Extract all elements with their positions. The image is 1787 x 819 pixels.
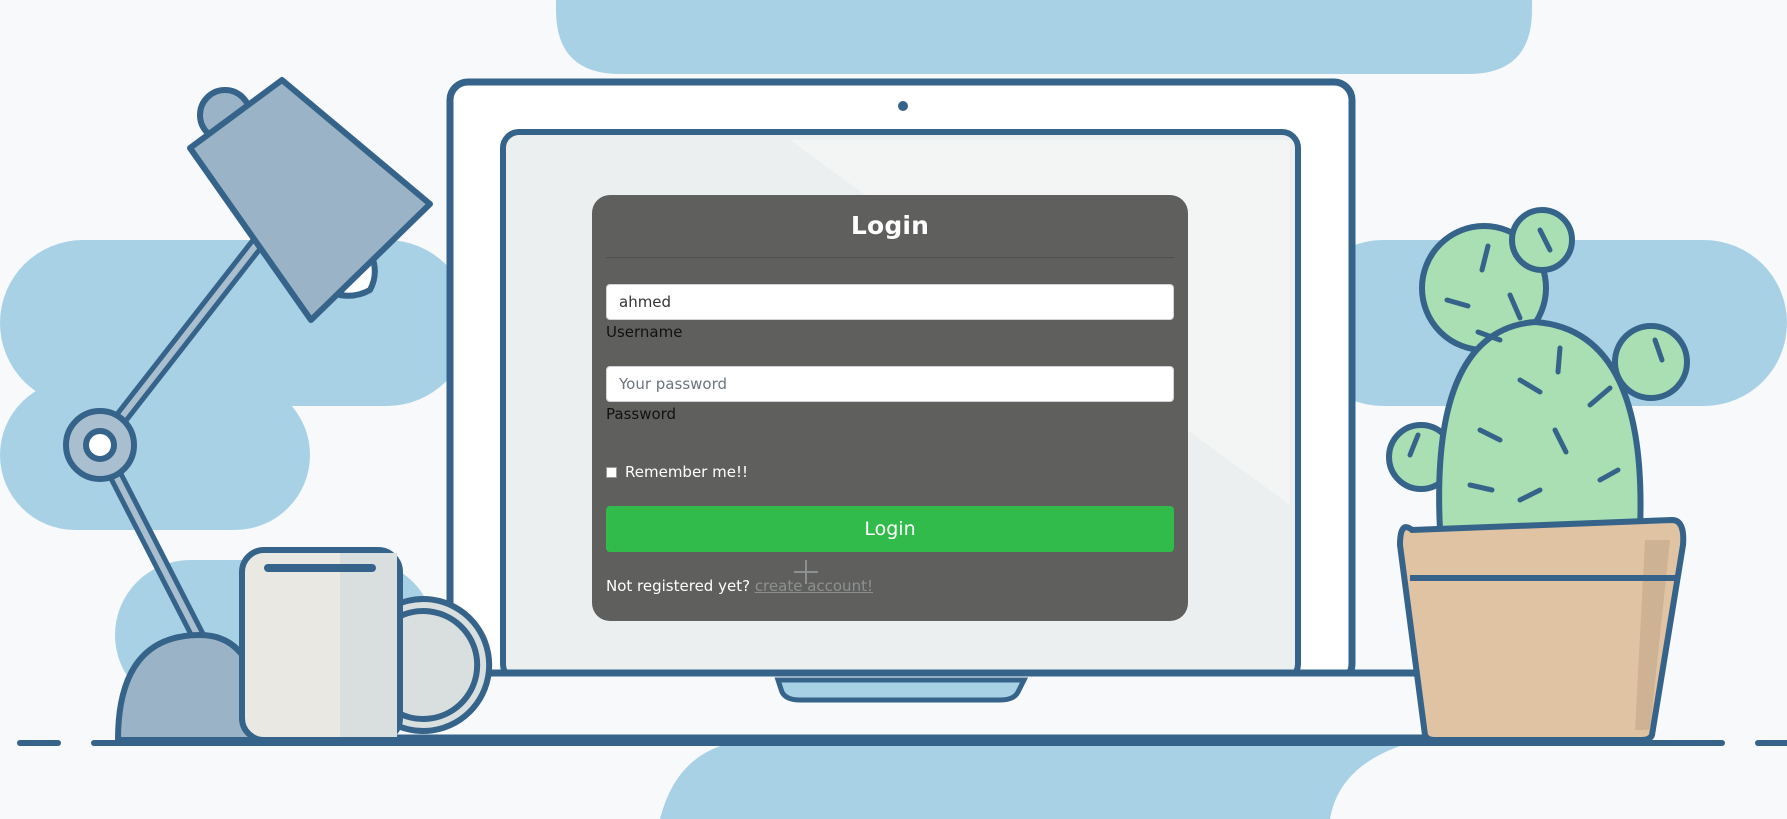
login-title: Login bbox=[850, 211, 930, 240]
flower-pot-icon bbox=[1396, 516, 1687, 743]
login-card: Login Username Password Remember me!! Lo… bbox=[592, 195, 1188, 621]
remember-me-label: Remember me!! bbox=[625, 463, 748, 481]
username-label: Username bbox=[606, 323, 683, 341]
register-prompt: Not registered yet? create account! bbox=[606, 577, 873, 595]
login-button[interactable]: Login bbox=[606, 506, 1174, 552]
checkbox-icon[interactable] bbox=[606, 466, 617, 478]
remember-me-checkbox[interactable]: Remember me!! bbox=[606, 463, 748, 481]
username-input[interactable] bbox=[606, 284, 1174, 320]
password-label: Password bbox=[606, 405, 677, 423]
register-prompt-text: Not registered yet? bbox=[606, 577, 751, 595]
crosshair-cursor-icon bbox=[794, 560, 818, 584]
password-input[interactable] bbox=[606, 366, 1174, 402]
title-divider bbox=[606, 257, 1174, 258]
